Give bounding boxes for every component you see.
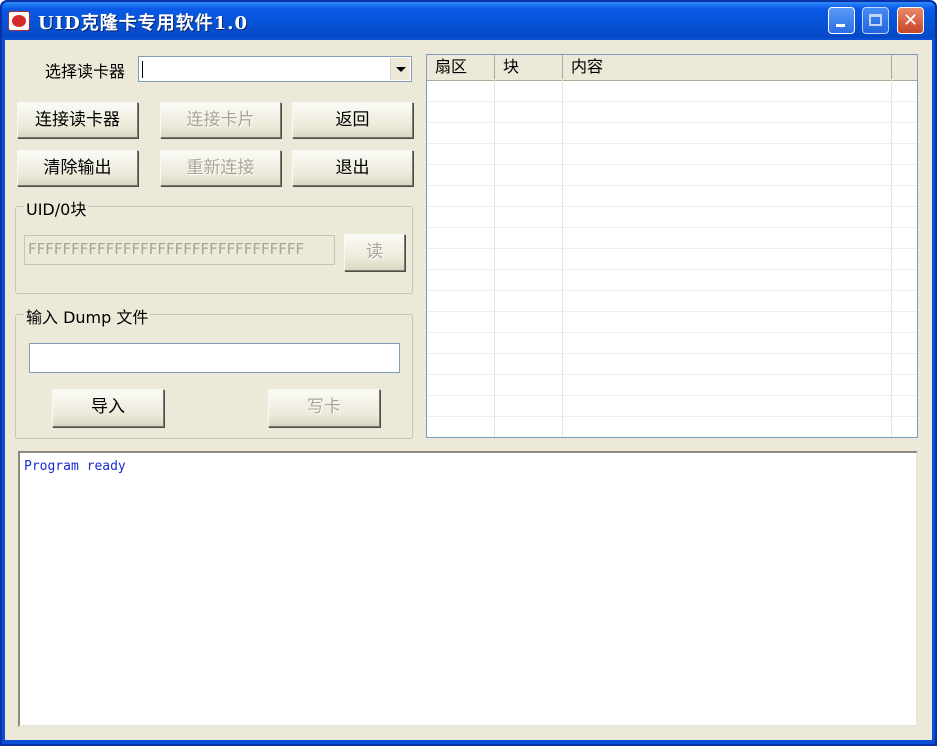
exit-button[interactable]: 退出: [292, 150, 413, 186]
grid-header: 扇区 块 内容: [427, 55, 917, 81]
clear-output-button[interactable]: 清除输出: [17, 150, 138, 186]
grid-row-line: [427, 269, 917, 270]
close-icon: ✕: [902, 10, 919, 31]
column-header-content[interactable]: 内容: [563, 55, 892, 79]
grid-row-line: [427, 290, 917, 291]
grid-row-line: [427, 101, 917, 102]
data-grid[interactable]: 扇区 块 内容: [426, 54, 918, 438]
grid-row-line: [427, 248, 917, 249]
column-header-block[interactable]: 块: [495, 55, 563, 79]
grid-column-divider: [562, 80, 563, 437]
grid-row-line: [427, 206, 917, 207]
uid-group: UID/0块 FFFFFFFFFFFFFFFFFFFFFFFFFFFFFFFF …: [15, 196, 413, 294]
maximize-icon: [869, 14, 882, 26]
reader-select[interactable]: [138, 56, 412, 82]
reconnect-button[interactable]: 重新连接: [160, 150, 281, 186]
app-window: UID克隆卡专用软件1.0 ✕ 选择读卡器 连接读卡器 连接卡片 返回 清除输出…: [0, 0, 937, 746]
text-caret: [142, 61, 143, 78]
minimize-button[interactable]: [828, 7, 855, 34]
grid-row-line: [427, 185, 917, 186]
title-bar[interactable]: UID克隆卡专用软件1.0 ✕: [2, 2, 935, 38]
minimize-icon: [836, 24, 845, 27]
output-line: Program ready: [24, 459, 126, 474]
dump-file-input[interactable]: [29, 343, 400, 373]
grid-column-divider: [494, 80, 495, 437]
maximize-button[interactable]: [862, 7, 889, 34]
reader-label: 选择读卡器: [45, 62, 126, 81]
import-button[interactable]: 导入: [52, 389, 164, 427]
connect-card-button[interactable]: 连接卡片: [160, 102, 281, 138]
window-title: UID克隆卡专用软件1.0: [38, 13, 249, 34]
uid-field[interactable]: FFFFFFFFFFFFFFFFFFFFFFFFFFFFFFFF: [24, 235, 335, 265]
grid-row-line: [427, 395, 917, 396]
grid-column-divider: [891, 80, 892, 437]
connect-reader-button[interactable]: 连接读卡器: [17, 102, 138, 138]
grid-row-line: [427, 227, 917, 228]
grid-row-line: [427, 332, 917, 333]
grid-row-line: [427, 353, 917, 354]
write-card-button[interactable]: 写卡: [268, 389, 380, 427]
back-button[interactable]: 返回: [292, 102, 413, 138]
dropdown-arrow-icon[interactable]: [390, 58, 410, 80]
read-button[interactable]: 读: [344, 234, 405, 271]
uid-group-legend: UID/0块: [24, 196, 89, 220]
grid-row-line: [427, 122, 917, 123]
grid-row-line: [427, 374, 917, 375]
close-button[interactable]: ✕: [897, 7, 924, 34]
grid-row-line: [427, 143, 917, 144]
grid-row-line: [427, 416, 917, 417]
dump-group-legend: 输入 Dump 文件: [24, 304, 151, 328]
output-log[interactable]: Program ready: [18, 451, 918, 727]
column-header-sector[interactable]: 扇区: [427, 55, 495, 79]
client-area: 选择读卡器 连接读卡器 连接卡片 返回 清除输出 重新连接 退出 UID/0块 …: [5, 40, 932, 740]
app-icon[interactable]: [8, 11, 30, 31]
grid-row-line: [427, 311, 917, 312]
grid-row-line: [427, 164, 917, 165]
dump-group: 输入 Dump 文件 导入 写卡: [15, 304, 413, 439]
grid-row-line: [427, 437, 917, 438]
